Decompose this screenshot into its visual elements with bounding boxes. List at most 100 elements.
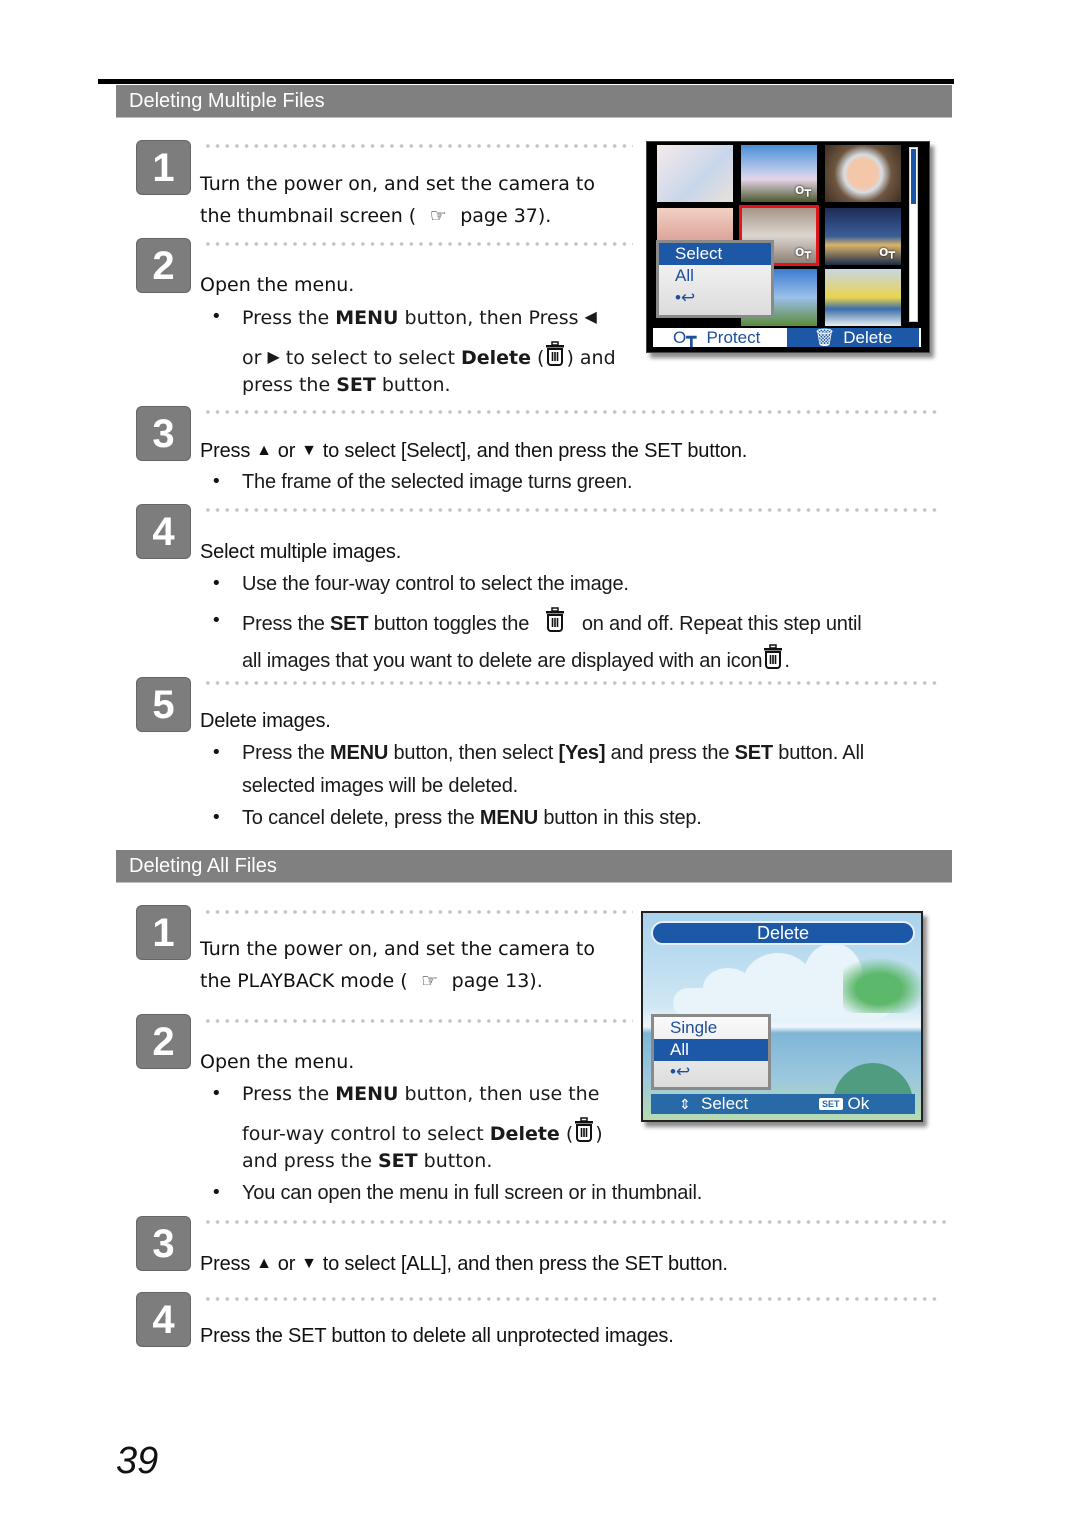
step-heading: Delete images. — [200, 710, 331, 732]
protect-option[interactable]: O┳ Protect — [673, 328, 760, 347]
text: and press the — [605, 742, 735, 764]
step-badge: 5 — [136, 677, 191, 732]
step-badge: 2 — [136, 1014, 191, 1069]
step-heading: Press ▲ or ▼ to select [Select], and then pr… — [200, 434, 747, 468]
dotted-divider — [203, 681, 941, 685]
protect-key-icon: O┳ — [795, 184, 811, 197]
step-heading: Open the menu. — [200, 274, 355, 296]
text: Press the — [242, 613, 331, 635]
bullet-text: To cancel delete, press the MENU button … — [242, 803, 702, 833]
keyword: MENU — [330, 742, 389, 764]
page-ref-link[interactable]: page 37). — [460, 205, 551, 227]
dotted-divider — [203, 910, 633, 914]
triangle-up-icon: ▲ — [256, 1255, 272, 1272]
protect-key-icon: O┳ — [879, 246, 895, 259]
scrollbar-thumb[interactable] — [911, 149, 916, 204]
step-heading-text: the PLAYBACK mode ( — [200, 970, 408, 992]
dotted-divider — [203, 508, 941, 512]
bullet-text: Press the MENU button, then select [Yes]… — [242, 738, 864, 768]
step-heading: Select multiple images. — [200, 541, 402, 563]
text: and press the — [242, 1150, 378, 1172]
text: Press the — [242, 1083, 336, 1105]
trash-icon: 🗑 — [813, 328, 836, 347]
step-heading: Press the SET button to delete all unpro… — [200, 1325, 674, 1347]
text: four-way control to select — [242, 1123, 490, 1145]
dotted-divider — [203, 410, 941, 414]
bullet-text: You can open the menu in full screen or … — [242, 1182, 703, 1204]
text: Press — [200, 440, 251, 462]
bullet: • — [211, 742, 222, 763]
step-badge: 4 — [136, 504, 191, 559]
set-chip-icon: SET — [819, 1098, 843, 1110]
bullet-text: or ▶ to select to select Delete () and — [242, 340, 616, 373]
top-rule — [98, 79, 954, 84]
delete-label: Delete — [843, 328, 893, 347]
text: ) and — [566, 347, 616, 369]
step-badge: 1 — [136, 905, 191, 960]
ok-label: Ok — [847, 1094, 870, 1113]
text: or — [242, 347, 262, 369]
text: button, then Press — [398, 307, 579, 329]
bullet: • — [211, 573, 222, 594]
text: button toggles the — [368, 613, 530, 635]
bullet-text: selected images will be deleted. — [242, 775, 518, 797]
bullet-text: Use the four-way control to select the i… — [242, 573, 629, 595]
bullet-text: press the SET button. — [242, 370, 451, 400]
camera-popup-menu: Select All •↩ — [656, 240, 774, 318]
trash-icon — [544, 606, 566, 634]
trash-icon — [762, 643, 784, 671]
text: on and off. Repeat this step until — [581, 613, 862, 635]
triangle-down-icon: ▼ — [301, 442, 317, 459]
scrollbar[interactable] — [909, 147, 918, 322]
trash-icon — [544, 340, 566, 368]
menu-item-all[interactable]: All — [654, 1039, 768, 1061]
protect-key-icon: O┳ — [795, 246, 811, 259]
step-badge: 3 — [136, 1216, 191, 1271]
bullet-text: all images that you want to delete are d… — [242, 643, 790, 676]
camera-bottom-bar: O┳ Protect 🗑 Delete — [653, 328, 921, 347]
bullet: • — [211, 471, 222, 492]
thumbnail-baby — [657, 145, 733, 202]
text: . — [784, 650, 790, 672]
dotted-divider — [203, 144, 633, 148]
triangle-down-icon: ▼ — [301, 1255, 317, 1272]
text: ( — [531, 347, 545, 369]
dotted-divider — [203, 1019, 633, 1023]
key-icon: O┳ — [673, 328, 697, 347]
section-header-multiple: Deleting Multiple Files — [116, 85, 952, 118]
menu-item-select[interactable]: Select — [659, 243, 771, 265]
palm-tree — [843, 953, 921, 1013]
trash-icon — [573, 1116, 595, 1144]
step-badge: 3 — [136, 406, 191, 461]
keyword: MENU — [335, 1083, 399, 1105]
bullet: • — [211, 306, 222, 327]
keyword: Delete — [460, 347, 531, 369]
ok-hint: SET Ok — [819, 1094, 869, 1114]
page-ref-link[interactable]: page 13). — [452, 970, 543, 992]
keyword: SET — [336, 374, 376, 396]
text: Press — [200, 1253, 251, 1275]
text: to select [Select], and then press the S… — [322, 440, 748, 462]
text: all images that you want to delete are d… — [242, 650, 763, 672]
keyword: Delete — [489, 1123, 560, 1145]
bullet-text: Press the SET button toggles the on and … — [242, 606, 862, 639]
dotted-divider — [203, 1297, 941, 1301]
bullet-text: four-way control to select Delete () — [242, 1116, 603, 1149]
bullet-text: Press the MENU button, then Press ◀ — [242, 302, 603, 333]
keyword: MENU — [479, 807, 538, 829]
menu-item-back[interactable]: •↩ — [654, 1061, 768, 1083]
text: Press the — [242, 742, 331, 764]
text: to select [ALL], and then press the SET … — [322, 1253, 728, 1275]
menu-item-back[interactable]: •↩ — [659, 287, 771, 309]
page-number: 39 — [116, 1440, 159, 1482]
step-heading: Open the menu. — [200, 1051, 355, 1073]
triangle-right-icon: ▶ — [267, 347, 280, 366]
bullet: • — [211, 807, 222, 828]
delete-option[interactable]: 🗑 Delete — [787, 328, 919, 347]
dotted-divider — [203, 242, 633, 246]
protect-label: Protect — [706, 328, 761, 347]
menu-item-all[interactable]: All — [659, 265, 771, 287]
menu-item-single[interactable]: Single — [654, 1017, 768, 1039]
text: button. — [417, 1150, 493, 1172]
step-heading: Turn the power on, and set the camera to — [200, 938, 595, 960]
